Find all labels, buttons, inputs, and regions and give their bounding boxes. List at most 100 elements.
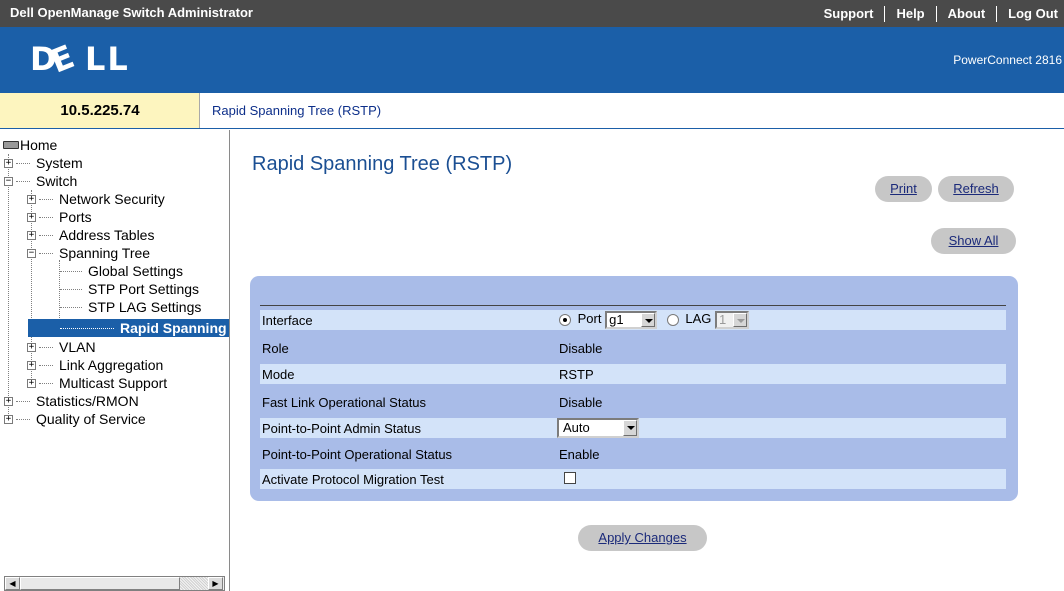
lag-radio[interactable]	[666, 314, 679, 326]
tree-item-multicast-support[interactable]: + Multicast Support	[27, 374, 167, 392]
p2p-admin-select[interactable]: Auto	[557, 418, 639, 438]
tree-item-system[interactable]: + System	[4, 154, 83, 172]
tree-item-rapid-spanning[interactable]: Rapid Spanning	[28, 319, 229, 337]
tree-item-global-settings[interactable]: Global Settings	[60, 262, 183, 280]
app-title: Dell OpenManage Switch Administrator	[10, 5, 253, 20]
expand-icon[interactable]: +	[4, 414, 13, 424]
mode-label: Mode	[262, 367, 295, 382]
scroll-left-icon[interactable]: ◀	[5, 577, 20, 590]
expand-icon[interactable]: +	[27, 230, 36, 240]
role-value: Disable	[559, 341, 603, 356]
tree-label: Home	[20, 137, 58, 153]
migration-checkbox[interactable]	[564, 472, 576, 484]
scroll-track[interactable]	[180, 577, 208, 590]
device-ip: 10.5.225.74	[60, 102, 140, 119]
p2p-oper-value: Enable	[559, 447, 600, 462]
chevron-down-icon	[623, 420, 637, 436]
expand-icon[interactable]: +	[27, 342, 36, 352]
tree-item-home[interactable]: Home	[3, 136, 57, 154]
tree-item-ports[interactable]: + Ports	[27, 208, 92, 226]
tree-label: VLAN	[59, 339, 96, 355]
tree-item-statistics-rmon[interactable]: + Statistics/RMON	[4, 392, 139, 410]
support-link[interactable]: Support	[813, 6, 885, 22]
expand-icon[interactable]: +	[27, 194, 36, 204]
tree-item-quality-of-service[interactable]: + Quality of Service	[4, 410, 146, 428]
tree-item-switch[interactable]: − Switch	[4, 172, 77, 190]
tree-label: Multicast Support	[59, 375, 168, 391]
tree-item-stp-lag-settings[interactable]: STP LAG Settings	[60, 298, 201, 316]
tree-label: Network Security	[59, 191, 165, 207]
drive-icon	[3, 141, 19, 149]
fast-link-row: Fast Link Operational Status Disable	[260, 392, 1006, 412]
p2p-admin-control: Auto	[557, 418, 639, 438]
collapse-icon[interactable]: −	[4, 176, 13, 186]
expand-icon[interactable]: +	[27, 212, 36, 222]
tree-item-address-tables[interactable]: + Address Tables	[27, 226, 154, 244]
port-radio-label: Port	[577, 311, 602, 327]
scroll-thumb[interactable]	[20, 577, 180, 590]
port-radio[interactable]	[559, 314, 571, 326]
tree-label: STP Port Settings	[88, 281, 200, 297]
tree-label: Switch	[36, 173, 78, 189]
svg-text:LL: LL	[85, 41, 130, 75]
mode-row: Mode RSTP	[260, 364, 1006, 384]
scroll-right-icon[interactable]: ▶	[208, 577, 223, 590]
role-label: Role	[262, 341, 289, 356]
dell-logo-mark: D E LL	[30, 36, 130, 80]
switch-model: PowerConnect 2816	[953, 53, 1062, 67]
tree-item-spanning-tree[interactable]: − Spanning Tree	[27, 244, 150, 262]
fast-link-label: Fast Link Operational Status	[262, 395, 427, 410]
lag-radio-label: LAG	[685, 311, 712, 327]
apply-changes-button[interactable]: Apply Changes	[578, 525, 707, 551]
fast-link-value: Disable	[559, 395, 603, 410]
tree-item-vlan[interactable]: + VLAN	[27, 338, 96, 356]
interface-label: Interface	[262, 313, 313, 328]
tree-label: Rapid Spanning	[120, 320, 227, 336]
navigation-tree: Home + System − Switch + Network Securit…	[0, 130, 230, 591]
expand-icon[interactable]: +	[27, 378, 36, 388]
role-row: Role Disable	[260, 338, 1006, 358]
dell-logo: D E LL	[30, 36, 140, 84]
tree-line	[8, 154, 9, 424]
tree-item-network-security[interactable]: + Network Security	[27, 190, 165, 208]
log-out-link[interactable]: Log Out	[996, 5, 1064, 22]
breadcrumb: Rapid Spanning Tree (RSTP)	[212, 103, 382, 118]
tree-item-link-aggregation[interactable]: + Link Aggregation	[27, 356, 163, 374]
interface-row: Interface Port g1 LAG 1	[260, 310, 1006, 330]
tree-label: Statistics/RMON	[36, 393, 139, 409]
mode-value: RSTP	[559, 367, 594, 382]
tree-label: Link Aggregation	[59, 357, 164, 373]
tree-label: Global Settings	[88, 263, 183, 279]
interface-controls: Port g1 LAG 1	[559, 311, 749, 329]
expand-icon[interactable]: +	[27, 360, 36, 370]
print-button[interactable]: Print	[875, 176, 932, 202]
chevron-down-icon	[732, 313, 747, 327]
collapse-icon[interactable]: −	[27, 248, 36, 258]
p2p-admin-label: Point-to-Point Admin Status	[262, 421, 421, 436]
help-link[interactable]: Help	[884, 5, 935, 22]
title-bar: Dell OpenManage Switch Administrator Sup…	[0, 0, 1064, 27]
chevron-down-icon	[641, 313, 656, 327]
refresh-button[interactable]: Refresh	[938, 176, 1014, 202]
ip-box: 10.5.225.74	[0, 93, 200, 128]
expand-icon[interactable]: +	[4, 396, 13, 406]
lag-select[interactable]: 1	[714, 311, 749, 329]
panel-divider	[260, 305, 1006, 306]
tree-label: Spanning Tree	[59, 245, 151, 261]
expand-icon[interactable]: +	[4, 158, 13, 168]
p2p-oper-row: Point-to-Point Operational Status Enable	[260, 444, 1006, 464]
about-link[interactable]: About	[935, 5, 997, 22]
migration-checkbox-wrap	[564, 472, 576, 487]
brand-banner: D E LL PowerConnect 2816	[0, 27, 1064, 93]
top-links: Support Help About Log Out	[813, 0, 1064, 27]
tree-item-stp-port-settings[interactable]: STP Port Settings	[60, 280, 199, 298]
show-all-button[interactable]: Show All	[931, 228, 1016, 254]
migration-label: Activate Protocol Migration Test	[262, 472, 444, 487]
p2p-oper-label: Point-to-Point Operational Status	[262, 447, 453, 462]
sidebar-horizontal-scrollbar[interactable]: ◀ ▶	[4, 576, 225, 591]
port-select[interactable]: g1	[605, 311, 658, 329]
tree-label: STP LAG Settings	[88, 299, 202, 315]
p2p-admin-row: Point-to-Point Admin Status Auto	[260, 418, 1006, 438]
tree-label: Address Tables	[59, 227, 155, 243]
tree-label: Ports	[59, 209, 92, 225]
